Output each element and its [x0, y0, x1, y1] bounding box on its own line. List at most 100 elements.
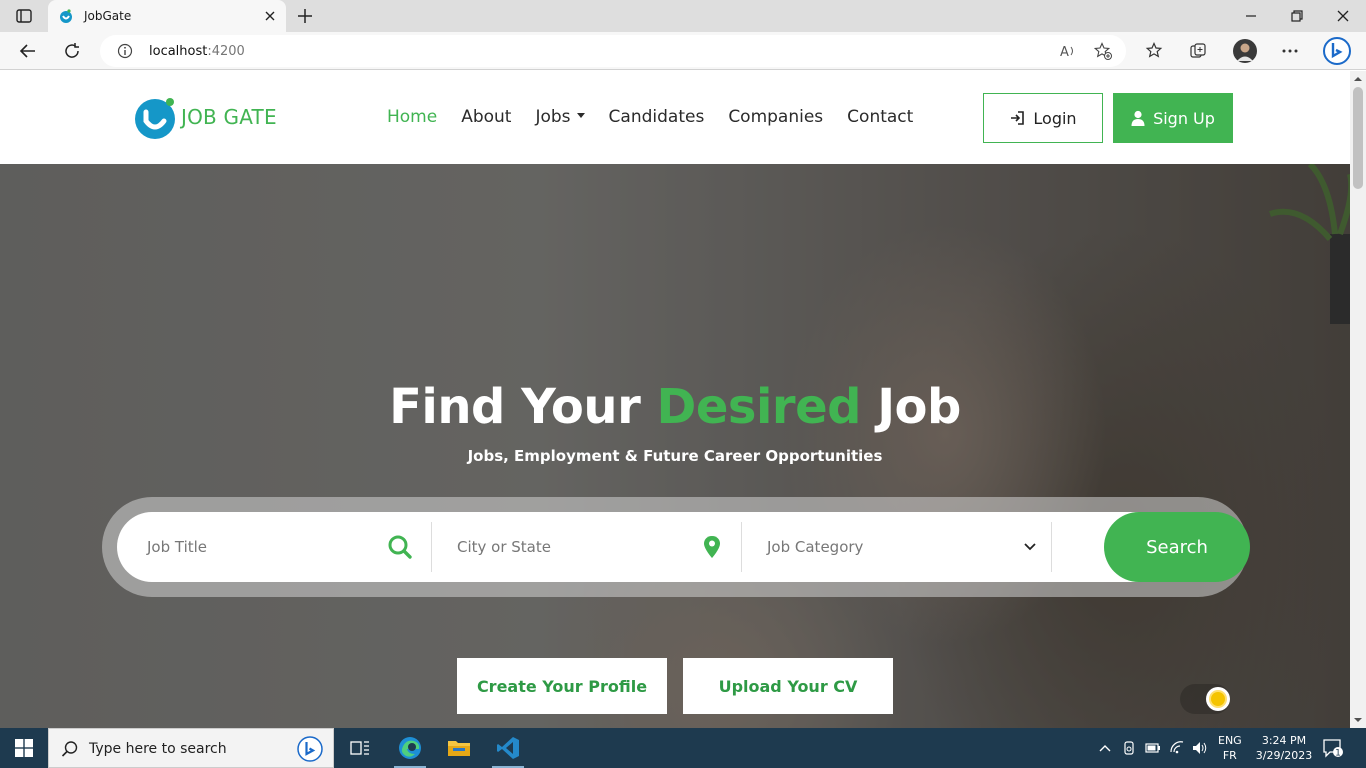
jobgate-favicon-icon: [60, 9, 72, 23]
hero-subtitle: Jobs, Employment & Future Career Opportu…: [467, 447, 883, 465]
location-placeholder: City or State: [457, 538, 551, 556]
nav-link-contact[interactable]: Contact: [847, 107, 913, 127]
taskbar-search-box[interactable]: Type here to search: [48, 728, 334, 768]
search-icon: [388, 535, 412, 559]
create-profile-button[interactable]: Create Your Profile: [457, 658, 667, 714]
address-bar[interactable]: localhost:4200 A: [100, 35, 1126, 67]
favorites-icon[interactable]: [1144, 41, 1164, 61]
nav-link-jobs-label: Jobs: [535, 107, 571, 127]
restore-icon[interactable]: [1289, 8, 1305, 24]
windows-taskbar: Type here to search ENG FR 3:24 PM 3/29/…: [0, 728, 1366, 768]
browser-tabbar: JobGate: [0, 0, 1366, 32]
new-tab-icon[interactable]: [296, 7, 314, 25]
volume-icon[interactable]: [1192, 740, 1208, 756]
hero-image-overlay: [0, 164, 1350, 728]
field-divider: [1051, 522, 1052, 572]
scroll-down-icon[interactable]: [1354, 716, 1362, 724]
svg-text:A: A: [1060, 45, 1069, 59]
profile-avatar[interactable]: [1233, 39, 1257, 63]
job-category-placeholder: Job Category: [767, 538, 864, 556]
field-divider: [741, 522, 742, 572]
theme-toggle[interactable]: [1180, 684, 1230, 714]
keyboard-layout: FR: [1222, 749, 1237, 762]
page-scrollbar[interactable]: [1350, 71, 1366, 728]
clock-time: 3:24 PM: [1261, 734, 1307, 747]
theme-toggle-knob: [1206, 687, 1230, 711]
search-button[interactable]: Search: [1104, 512, 1250, 582]
system-clock[interactable]: 3:24 PM 3/29/2023: [1252, 733, 1316, 763]
vscode-icon[interactable]: [484, 728, 532, 768]
hero-background-photo: [1269, 164, 1350, 324]
field-divider: [431, 522, 432, 572]
upload-cv-button[interactable]: Upload Your CV: [683, 658, 893, 714]
clock-date: 3/29/2023: [1255, 749, 1313, 762]
wifi-icon[interactable]: [1169, 740, 1185, 756]
back-icon[interactable]: [18, 41, 38, 61]
login-button[interactable]: Login: [983, 93, 1103, 143]
bing-icon[interactable]: [297, 736, 323, 762]
site-info-icon[interactable]: [117, 43, 133, 59]
chevron-down-icon: [1024, 543, 1036, 551]
nav-link-home[interactable]: Home: [387, 107, 437, 127]
nav-link-companies[interactable]: Companies: [728, 107, 823, 127]
address-host: localhost: [149, 44, 208, 59]
hero-title-accent: Desired: [656, 379, 861, 435]
search-icon: [61, 741, 78, 757]
nav-link-about[interactable]: About: [461, 107, 511, 127]
scroll-up-icon[interactable]: [1354, 75, 1362, 83]
language-code: ENG: [1218, 734, 1242, 747]
bing-chat-icon[interactable]: [1322, 36, 1352, 66]
file-explorer-icon[interactable]: [435, 728, 483, 768]
job-search-form: Job Title City or State Job Category Sea…: [102, 497, 1250, 597]
address-text: localhost:4200: [149, 44, 245, 59]
task-view-icon[interactable]: [336, 728, 384, 768]
job-category-select[interactable]: Job Category: [767, 512, 1047, 582]
tab-actions-icon[interactable]: [10, 6, 38, 26]
tab-title: JobGate: [84, 9, 132, 23]
edge-taskbar-icon[interactable]: [386, 728, 434, 768]
read-aloud-icon[interactable]: A: [1058, 41, 1078, 61]
page-viewport: JOB GATE Home About Jobs Candidates Comp…: [0, 71, 1350, 728]
logo-text: JOB GATE: [181, 105, 277, 129]
meet-now-icon[interactable]: [1121, 740, 1137, 756]
site-logo[interactable]: JOB GATE: [133, 91, 283, 143]
scroll-thumb[interactable]: [1353, 87, 1363, 189]
battery-icon[interactable]: [1145, 740, 1161, 756]
map-pin-icon: [704, 536, 720, 558]
taskbar-search-placeholder: Type here to search: [89, 741, 227, 757]
address-port: :4200: [207, 44, 245, 59]
hero-section: Find Your Desired Job Jobs, Employment &…: [0, 164, 1350, 728]
close-window-icon[interactable]: [1335, 8, 1351, 24]
login-label: Login: [1033, 108, 1077, 128]
input-language[interactable]: ENG FR: [1218, 733, 1242, 763]
notification-count: 1: [1335, 749, 1341, 759]
refresh-icon[interactable]: [62, 41, 82, 61]
more-options-icon[interactable]: [1280, 41, 1300, 61]
signup-button[interactable]: Sign Up: [1113, 93, 1233, 143]
show-hidden-icons-icon[interactable]: [1097, 740, 1113, 756]
nav-links: Home About Jobs Candidates Companies Con…: [387, 107, 937, 127]
sun-icon: [1211, 692, 1225, 706]
tab-close-icon[interactable]: [262, 8, 278, 24]
add-favorite-icon[interactable]: [1093, 41, 1113, 61]
browser-toolbar: localhost:4200 A: [0, 32, 1366, 70]
hero-title-part2: Job: [860, 379, 961, 435]
collections-icon[interactable]: [1188, 41, 1208, 61]
hero-title: Find Your Desired Job: [0, 379, 1350, 435]
hero-title-part1: Find Your: [389, 379, 657, 435]
user-icon: [1131, 110, 1145, 126]
windows-start-icon[interactable]: [0, 728, 48, 768]
search-bar: Job Title City or State Job Category Sea…: [117, 512, 1250, 582]
location-input[interactable]: City or State: [457, 512, 717, 582]
nav-link-jobs[interactable]: Jobs: [535, 107, 585, 127]
job-title-input[interactable]: Job Title: [147, 512, 417, 582]
minimize-icon[interactable]: [1243, 8, 1259, 24]
nav-link-candidates[interactable]: Candidates: [609, 107, 705, 127]
job-title-placeholder: Job Title: [147, 538, 208, 556]
site-navbar: JOB GATE Home About Jobs Candidates Comp…: [0, 71, 1350, 164]
login-icon: [1011, 111, 1025, 125]
notifications-icon[interactable]: 1: [1322, 738, 1344, 758]
signup-label: Sign Up: [1153, 108, 1215, 128]
dropdown-caret-icon: [576, 113, 585, 118]
browser-tab[interactable]: JobGate: [48, 0, 286, 32]
